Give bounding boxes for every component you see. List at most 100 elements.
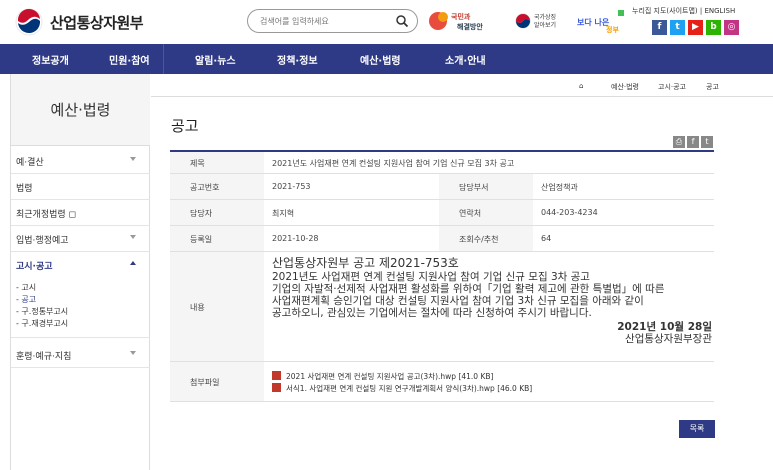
sidebar-subitem-notice[interactable]: - 공고 [16, 294, 36, 305]
notice-heading: 산업통상자원부 공고 제2021-753호 [272, 256, 459, 270]
site-name[interactable]: 산업통상자원부 [50, 12, 144, 33]
date-label: 등록일 [190, 235, 213, 244]
table-header-cell: 첨부파일 [170, 362, 264, 401]
nav-item-civil[interactable]: 민원·참여 [109, 52, 150, 67]
search-input[interactable] [260, 14, 390, 28]
chevron-up-icon [130, 261, 136, 265]
breadcrumb-notices[interactable]: 고시·공고 [658, 82, 686, 92]
share-tools: ⎙ f t [673, 136, 713, 148]
table-row: 등록일 2021-10-28 조회수/추천 64 [170, 226, 714, 252]
table-cell: 044-203-4234 [533, 200, 714, 225]
nav-item-about[interactable]: 소개·안내 [445, 52, 486, 67]
list-button[interactable]: 목록 [679, 420, 715, 438]
table-header-cell: 담당자 [170, 200, 264, 225]
table-header-cell: 조회수/추천 [439, 226, 533, 251]
attachment-link[interactable]: 서식1. 사업재편 연계 컨설팅 지원 연구개발계획서 양식(3차).hwp [… [272, 383, 532, 394]
sidebar-item-label: 예·결산 [16, 158, 44, 168]
title-label: 제목 [190, 159, 205, 168]
number-value: 2021-753 [272, 182, 311, 191]
notice-subheading: 2021년도 사업재편 연계 컨설팅 지원사업 참여 기업 신규 모집 3차 공… [272, 271, 590, 283]
better-government-banner[interactable]: 보다 나은 정부 [576, 8, 626, 34]
table-header-cell: 담당부서 [439, 174, 533, 199]
notice-signer: 산업통상자원부장관 [625, 333, 712, 345]
views-label: 조회수/추천 [459, 235, 499, 244]
twitter-icon[interactable]: t [670, 20, 685, 35]
attachment-name[interactable]: 2021 사업재편 연계 컨설팅 지원사업 공고(3차).hwp [41.0 K… [286, 372, 493, 381]
nav-item-news[interactable]: 알림·뉴스 [195, 52, 236, 67]
content-label: 내용 [190, 303, 205, 312]
national-symbol-banner[interactable]: 국가상징 알아보기 [512, 9, 572, 33]
attachment-name[interactable]: 서식1. 사업재편 연계 컨설팅 지원 연구개발계획서 양식(3차).hwp [… [286, 384, 532, 393]
main-nav: 정보공개 민원·참여 알림·뉴스 정책·정보 예산·법령 소개·안내 [0, 44, 773, 74]
table-header-cell: 내용 [170, 252, 264, 361]
sidebar-item-budget[interactable]: 예·결산 [11, 148, 150, 174]
sidebar-item-label: 고시·공고 [16, 262, 53, 272]
sidebar-item-notices[interactable]: 고시·공고 - 고시 - 공고 - 구.정통부고시 - 구.재경부고시 [11, 252, 150, 338]
table-cell: 2021-753 [264, 174, 439, 199]
chevron-down-icon [130, 235, 136, 239]
sidebar-item-label: 입법·행정예고 [16, 236, 69, 246]
search-icon[interactable] [395, 14, 409, 28]
svg-text:국민과: 국민과 [451, 12, 471, 21]
nav-item-info[interactable]: 정보공개 [32, 52, 69, 67]
hwp-file-icon [272, 371, 281, 380]
table-header-cell: 등록일 [170, 226, 264, 251]
sidebar-title-box: 예산·법령 [11, 74, 150, 146]
table-row: 첨부파일 2021 사업재편 연계 컨설팅 지원사업 공고(3차).hwp [4… [170, 362, 714, 402]
person-label: 담당자 [190, 209, 213, 218]
table-row: 제목 2021년도 사업재편 연계 컨설팅 지원사업 참여 기업 신규 모집 3… [170, 152, 714, 174]
search-box[interactable] [247, 9, 418, 33]
sidebar-subitem-old-mic[interactable]: - 구.정통부고시 [16, 306, 68, 317]
sidebar-item-legislation-notice[interactable]: 입법·행정예고 [11, 226, 150, 252]
sidebar-item-label: 훈령·예규·지침 [16, 352, 72, 362]
nav-item-policy[interactable]: 정책·정보 [277, 52, 318, 67]
dept-value: 산업정책과 [541, 183, 578, 192]
svg-text:해결방안: 해결방안 [457, 22, 483, 31]
table-row: 담당자 최지혁 연락처 044-203-4234 [170, 200, 714, 226]
table-cell: 최지혁 [264, 200, 439, 225]
contact-value: 044-203-4234 [541, 208, 598, 217]
sidebar-subitem-announcement[interactable]: - 고시 [16, 282, 36, 293]
breadcrumb-budget-law[interactable]: 예산·법령 [611, 82, 639, 92]
government-logo-icon[interactable] [15, 8, 43, 36]
table-header-cell: 공고번호 [170, 174, 264, 199]
blog-icon[interactable]: b [706, 20, 721, 35]
sidebar-subitem-old-mofe[interactable]: - 구.재경부고시 [16, 318, 68, 329]
table-cell: 2021-10-28 [264, 226, 439, 251]
breadcrumb-divider [151, 96, 773, 97]
notice-body: 산업통상자원부 공고 제2021-753호 2021년도 사업재편 연계 컨설팅… [272, 256, 712, 345]
table-header-cell: 연락처 [439, 200, 533, 225]
notice-paragraph: 공고하오니, 관심있는 기업에서는 절차에 따라 신청하여 주시기 바랍니다. [272, 307, 592, 319]
notice-paragraph: 사업재편계획 승인기업 대상 컨설팅 지원사업 참여 기업 3차 신규 모집을 … [272, 295, 644, 307]
table-cell: 산업정책과 [533, 174, 714, 199]
svg-text:알아보기: 알아보기 [534, 21, 556, 29]
twitter-share-icon[interactable]: t [701, 136, 713, 148]
home-icon[interactable]: ⌂ [579, 82, 583, 90]
promo-banner[interactable]: 국민과 해결방안 [427, 8, 507, 34]
table-cell: 64 [533, 226, 714, 251]
files-label: 첨부파일 [190, 378, 220, 387]
youtube-icon[interactable]: ▶ [688, 20, 703, 35]
hwp-file-icon [272, 383, 281, 392]
facebook-icon[interactable]: f [652, 20, 667, 35]
site-header: 산업통상자원부 국민과 해결방안 국가상징 알아보기 보다 나은 정부 [0, 0, 773, 44]
sidebar-item-recent-laws[interactable]: 최근개정법령 ◻ [11, 200, 150, 226]
print-icon[interactable]: ⎙ [673, 136, 685, 148]
notice-paragraph: 기업의 자발적·선제적 사업재편 활성화를 위하여「기업 활력 제고에 관한 특… [272, 283, 665, 295]
main-content: ⌂ 예산·법령 고시·공고 공고 공고 ⎙ f t 제목 2021년도 사업재편… [151, 74, 773, 470]
person-value: 최지혁 [272, 209, 295, 218]
title-value: 2021년도 사업재편 연계 컨설팅 지원사업 참여 기업 신규 모집 3차 공… [272, 159, 515, 168]
svg-text:국가상징: 국가상징 [534, 13, 556, 21]
sns-links: f t ▶ b ◎ [652, 20, 739, 35]
facebook-share-icon[interactable]: f [687, 136, 699, 148]
instagram-icon[interactable]: ◎ [724, 20, 739, 35]
table-header-cell: 제목 [170, 152, 264, 173]
sidebar-item-label: 법령 [16, 184, 33, 194]
top-links[interactable]: 누리집 지도(사이트맵) | ENGLISH [632, 6, 735, 16]
attachment-link[interactable]: 2021 사업재편 연계 컨설팅 지원사업 공고(3차).hwp [41.0 K… [272, 371, 493, 382]
sidebar-item-laws[interactable]: 법령 [11, 174, 150, 200]
sidebar-item-directives[interactable]: 훈령·예규·지침 [11, 342, 150, 368]
svg-text:정부: 정부 [606, 25, 619, 34]
table-row: 내용 산업통상자원부 공고 제2021-753호 2021년도 사업재편 연계 … [170, 252, 714, 362]
nav-item-budget-law[interactable]: 예산·법령 [360, 52, 401, 67]
